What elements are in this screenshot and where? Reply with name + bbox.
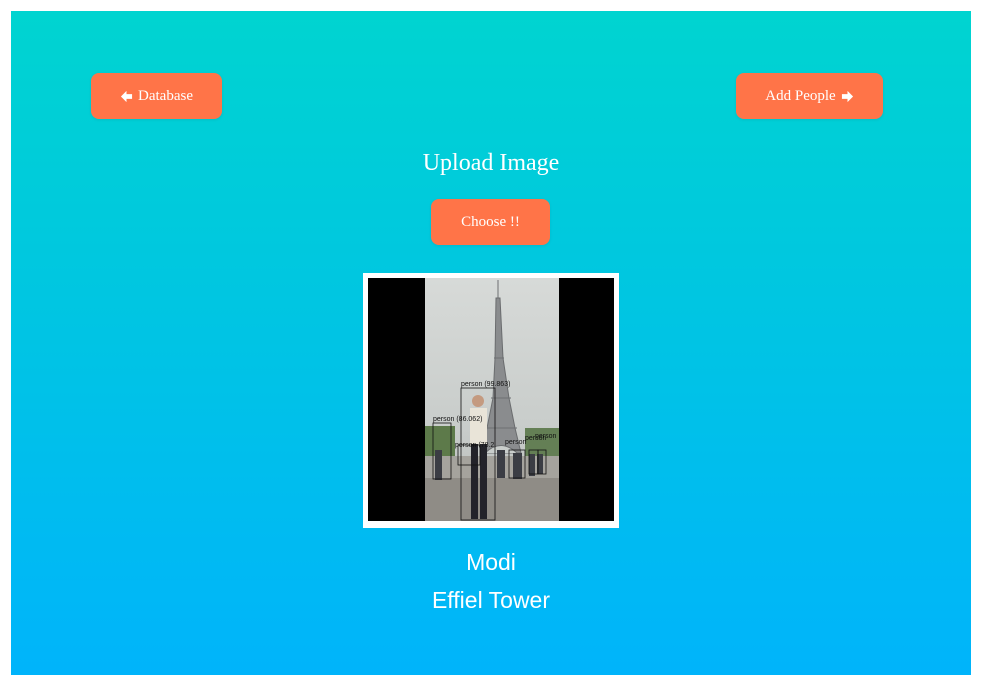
app-frame: Database Add People Upload Image Choose … <box>11 11 971 675</box>
database-button-label: Database <box>138 87 193 104</box>
database-button[interactable]: Database <box>91 73 222 119</box>
add-people-button-label: Add People <box>765 87 836 104</box>
arrow-left-icon <box>120 90 133 103</box>
arrow-right-icon <box>841 90 854 103</box>
detection-label: person (99.863) <box>461 381 510 388</box>
add-people-button[interactable]: Add People <box>736 73 883 119</box>
detection-label: person <box>505 439 527 446</box>
upload-title: Upload Image <box>422 150 560 176</box>
detection-label: person (78.2 <box>455 442 494 449</box>
recognized-person: Modi <box>466 549 516 575</box>
uploaded-image: person (99.863) person (86.062) person (… <box>368 278 614 521</box>
choose-file-button[interactable]: Choose !! <box>431 199 550 245</box>
detection-label: person <box>535 433 557 440</box>
detection-result-image: person (99.863) person (86.062) person (… <box>425 278 559 521</box>
uploaded-image-frame: person (99.863) person (86.062) person (… <box>363 273 619 528</box>
recognized-landmark: Effiel Tower <box>431 587 551 613</box>
detection-label: person (86.062) <box>433 416 482 423</box>
